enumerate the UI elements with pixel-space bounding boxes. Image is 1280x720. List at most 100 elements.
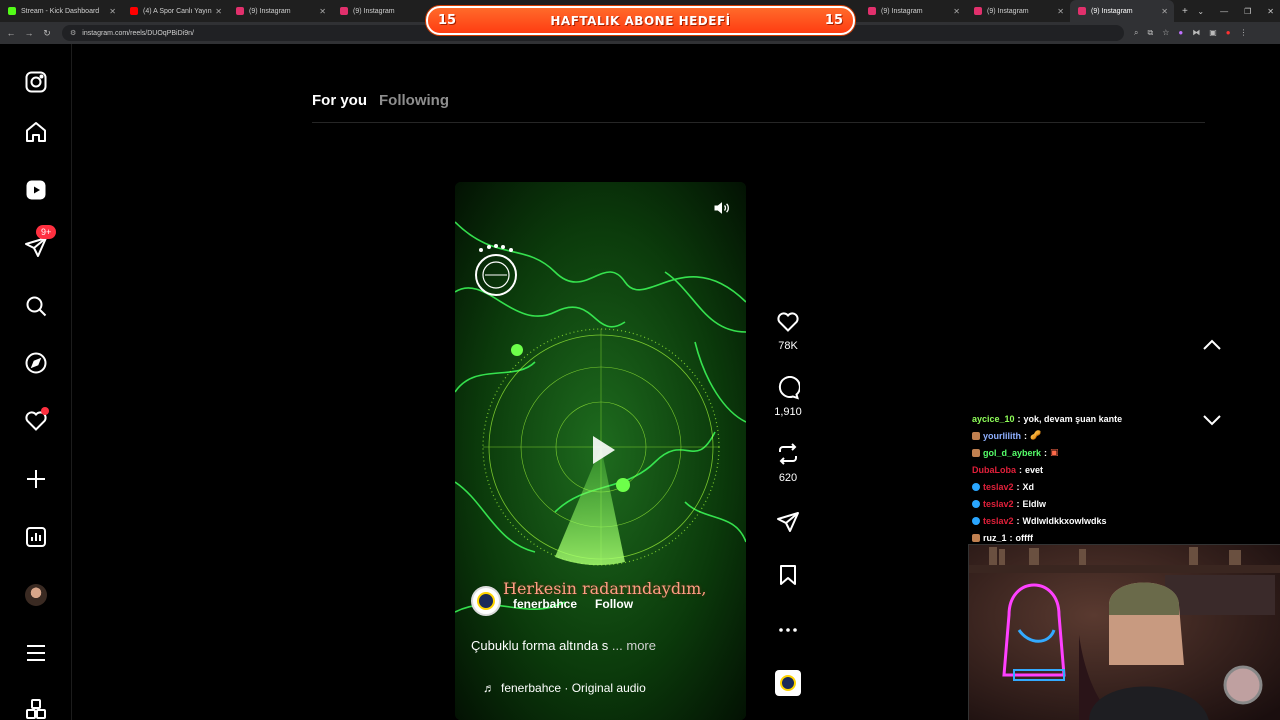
left-sidebar: 9+ (0, 44, 72, 720)
comment-icon (778, 376, 800, 400)
play-icon[interactable] (581, 430, 621, 470)
extensions-puzzle-icon[interactable]: ⧓ (1192, 28, 1200, 38)
browser-tab[interactable]: (9) Instagram ✕ (860, 0, 966, 22)
webcam-image (969, 545, 1280, 720)
repost-button[interactable]: 620 (772, 442, 804, 484)
author-name[interactable]: fenerbahce (513, 597, 577, 611)
chat-text: yok, devam şuan kante (1023, 413, 1123, 424)
profile-icon[interactable]: ▣ (1209, 28, 1217, 38)
notification-dot (41, 407, 49, 415)
back-icon[interactable]: ← (4, 28, 18, 38)
restore-icon[interactable]: ❐ (1244, 7, 1251, 16)
tab-for-you[interactable]: For you (312, 92, 367, 109)
reel-author: fenerbahce Follow (471, 586, 633, 616)
author-avatar[interactable] (471, 586, 501, 616)
close-tab-icon[interactable]: ✕ (1161, 7, 1168, 16)
instagram-logo-icon[interactable] (22, 68, 50, 96)
description-text: Çubuklu forma altında s (471, 638, 609, 653)
extension-icons: ⌕ ⧉ ☆ ● ⧓ ▣ ● ⋮ (1134, 28, 1248, 38)
comment-count: 1,910 (774, 406, 802, 418)
instagram-favicon-icon (236, 7, 244, 15)
reels-icon[interactable] (22, 176, 50, 204)
tab-following[interactable]: Following (379, 92, 449, 109)
browser-tab[interactable]: (9) Instagram (332, 0, 422, 22)
browser-tab[interactable]: Stream - Kick Dashboard ✕ (0, 0, 122, 22)
instagram-favicon-icon (868, 7, 876, 15)
follow-button[interactable]: Follow (595, 597, 633, 611)
chat-message: teslav2: Wdlwldkkxowlwdks (972, 512, 1222, 529)
chat-text: Xd (1022, 481, 1035, 492)
close-tab-icon[interactable]: ✕ (319, 7, 326, 16)
new-tab-icon[interactable]: + (1182, 6, 1188, 17)
explore-icon[interactable] (22, 349, 50, 377)
audio-muted-icon[interactable] (712, 198, 732, 218)
chat-message: yourlilith: 🥜 (972, 427, 1222, 444)
close-tab-icon[interactable]: ✕ (109, 7, 116, 16)
like-button[interactable]: 78K (772, 310, 804, 352)
notifications-heart-icon[interactable] (22, 407, 50, 435)
browser-tab[interactable]: (9) Instagram ✕ (228, 0, 332, 22)
bookmark-icon (780, 565, 796, 585)
tab-label: (9) Instagram (881, 7, 923, 15)
chat-username: yourlilith (983, 430, 1021, 441)
profile-avatar[interactable] (22, 581, 50, 609)
chat-username: teslav2 (983, 481, 1014, 492)
previous-reel-chevron-up-icon[interactable] (1200, 334, 1224, 358)
more-options-button[interactable] (772, 618, 804, 642)
instagram-favicon-icon (340, 7, 348, 15)
feed-tabs: For you Following (312, 92, 449, 109)
chat-username: DubaLoba (972, 464, 1016, 475)
fenerbahce-crest-icon (475, 244, 517, 296)
messages-icon[interactable]: 9+ (22, 225, 57, 261)
recording-icon[interactable]: ● (1226, 28, 1231, 38)
also-from-meta-icon[interactable] (22, 696, 50, 720)
comment-button[interactable]: 1,910 (772, 376, 804, 418)
browser-tab[interactable]: (9) Instagram ✕ (966, 0, 1070, 22)
audio-thumbnail[interactable] (775, 670, 801, 696)
more-link[interactable]: ... more (612, 638, 656, 653)
home-icon[interactable] (22, 118, 50, 146)
close-tab-icon[interactable]: ✕ (1057, 7, 1064, 16)
close-tab-icon[interactable]: ✕ (215, 7, 222, 16)
browser-tab[interactable]: (4) A Spor Canlı Yayın ✕ (122, 0, 228, 22)
extension-icon[interactable]: ● (1178, 28, 1183, 38)
site-info-icon[interactable]: ⚙ (70, 29, 76, 37)
zoom-icon[interactable]: ⌕ (1134, 28, 1138, 38)
chat-text: evet (1025, 464, 1044, 475)
messages-badge: 9+ (36, 225, 57, 239)
emote-icon: ▣ (1050, 447, 1059, 457)
chat-username: teslav2 (983, 515, 1014, 526)
chat-text: Wdlwldkkxowlwdks (1022, 515, 1107, 526)
streamer-webcam (968, 544, 1280, 720)
install-icon[interactable]: ⧉ (1147, 28, 1153, 38)
close-window-icon[interactable]: ✕ (1267, 7, 1274, 16)
chat-username: gol_d_ayberk (983, 447, 1042, 458)
goal-title: HAFTALIK ABONE HEDEFİ (550, 13, 731, 28)
menu-icon[interactable] (22, 639, 50, 667)
chrome-menu-icon[interactable]: ⋮ (1240, 28, 1248, 38)
create-icon[interactable] (22, 465, 50, 493)
minimize-icon[interactable]: — (1220, 7, 1228, 16)
search-icon[interactable] (22, 292, 50, 320)
browser-tab-active[interactable]: (9) Instagram ✕ (1070, 0, 1174, 22)
reload-icon[interactable]: ↻ (40, 28, 54, 39)
reel-description: Çubuklu forma altında s ... more (471, 638, 656, 653)
url-text: instagram.com/reels/DUOqPBiDi9n/ (82, 29, 194, 37)
forward-icon[interactable]: → (22, 28, 36, 38)
more-dots-icon (779, 628, 797, 632)
dashboard-icon[interactable] (22, 523, 50, 551)
tab-search-icon[interactable]: ⌄ (1197, 7, 1204, 16)
close-tab-icon[interactable]: ✕ (953, 7, 960, 16)
music-note-icon: ♬ (483, 681, 495, 695)
reel-audio[interactable]: ♬ fenerbahce · Original audio (483, 681, 646, 695)
reel-video[interactable]: Herkesin radarındaydım, fenerbahce Follo… (455, 182, 746, 720)
chat-message: teslav2: Xd (972, 478, 1222, 495)
tab-label: Stream - Kick Dashboard (21, 7, 100, 15)
chat-message: DubaLoba: evet (972, 464, 1044, 475)
save-button[interactable] (772, 563, 804, 587)
share-button[interactable] (772, 510, 804, 534)
chat-username: teslav2 (983, 498, 1014, 509)
bookmark-star-icon[interactable]: ☆ (1162, 28, 1169, 38)
chat-text: Eldlw (1022, 498, 1047, 509)
chat-username: ruz_1 (983, 532, 1007, 543)
